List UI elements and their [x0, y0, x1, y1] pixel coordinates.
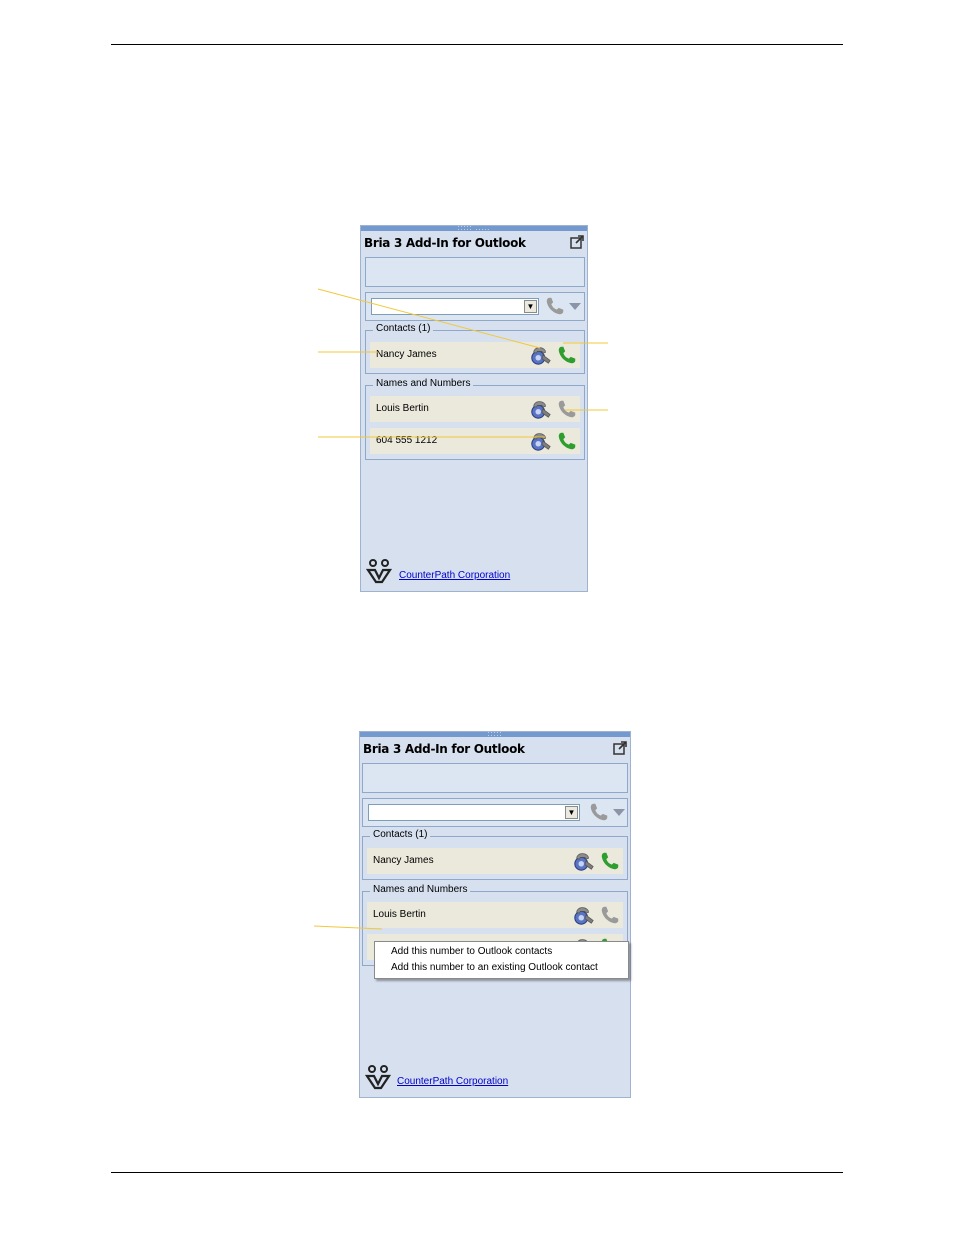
callout-lines	[313, 288, 608, 930]
callout-line	[317, 288, 541, 349]
callout-line	[313, 925, 383, 930]
